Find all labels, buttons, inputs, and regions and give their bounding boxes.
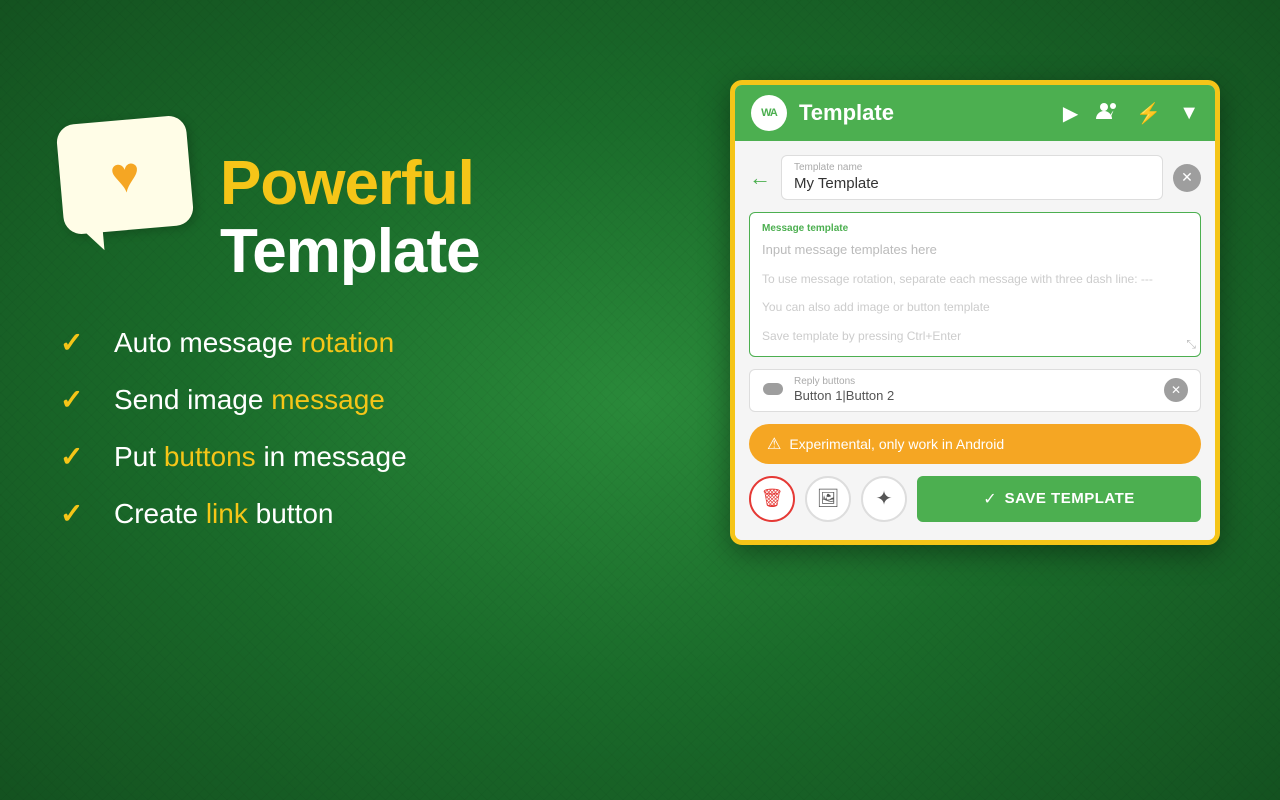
feature-item-link: ✓ Create link button	[60, 497, 640, 530]
save-template-button[interactable]: ✓ SAVE TEMPLATE	[917, 476, 1201, 522]
logo-text: WA	[761, 107, 777, 119]
feature-item-buttons: ✓ Put buttons in message	[60, 440, 640, 473]
message-template-label: Message template	[762, 223, 1188, 234]
feature-text-3: Put buttons in message	[114, 441, 407, 473]
template-name-input[interactable]: Template name My Template	[781, 155, 1163, 200]
reply-buttons-label: Reply buttons	[794, 376, 1154, 387]
title-block: Powerful Template	[220, 150, 480, 286]
message-template-box[interactable]: Message template Input message templates…	[749, 212, 1201, 357]
feature-text-4: Create link button	[114, 498, 333, 530]
flash-icon[interactable]: ⚡	[1136, 101, 1161, 126]
feature-text-1: Auto message rotation	[114, 327, 394, 359]
template-name-row: ← Template name My Template ✕	[749, 155, 1201, 200]
app-body: ← Template name My Template ✕ Message te…	[735, 141, 1215, 540]
experimental-text: Experimental, only work in Android	[789, 436, 1004, 452]
hint-text-3: Save template by pressing Ctrl+Enter	[762, 326, 1188, 346]
save-template-label: SAVE TEMPLATE	[1005, 490, 1135, 507]
check-icon-4: ✓	[60, 497, 96, 530]
bottom-actions: 🗑 🖼 ✦ ✓ SAVE TEMPLATE	[749, 476, 1201, 526]
image-button[interactable]: 🖼	[805, 476, 851, 522]
heart-icon: ♥	[108, 145, 143, 205]
check-icon-3: ✓	[60, 440, 96, 473]
reply-buttons-clear-button[interactable]: ✕	[1164, 378, 1188, 402]
delete-button[interactable]: 🗑	[749, 476, 795, 522]
message-template-placeholder: Input message templates here To use mess…	[762, 240, 1188, 346]
template-name-label: Template name	[794, 162, 1150, 173]
emoji-button[interactable]: ✦	[861, 476, 907, 522]
check-icon-1: ✓	[60, 326, 96, 359]
send-icon[interactable]: ▶	[1063, 101, 1078, 126]
features-list: ✓ Auto message rotation ✓ Send image mes…	[60, 326, 640, 530]
reply-buttons-value: Button 1|Button 2	[794, 388, 894, 403]
image-icon: 🖼	[817, 488, 840, 509]
resize-handle: ⤡	[1186, 337, 1196, 352]
title-template-text: Template	[220, 218, 480, 286]
feature-item-image: ✓ Send image message	[60, 383, 640, 416]
reply-buttons-row: Reply buttons Button 1|Button 2 ✕	[749, 369, 1201, 412]
hint-text-1: To use message rotation, separate each m…	[762, 269, 1188, 289]
warning-icon: ⚠	[767, 434, 781, 454]
left-panel: ♥ Powerful Template ✓ Auto message rotat…	[60, 120, 640, 530]
emoji-icon: ✦	[876, 486, 893, 511]
delete-icon: 🗑	[761, 488, 784, 509]
hint-text-2: You can also add image or button templat…	[762, 297, 1188, 317]
title-powerful: Powerful	[220, 150, 480, 218]
gamepad-icon	[762, 379, 784, 402]
app-title: Template	[799, 100, 1051, 126]
dropdown-icon[interactable]: ▼	[1179, 102, 1199, 125]
reply-buttons-content: Reply buttons Button 1|Button 2	[794, 376, 1154, 405]
experimental-banner[interactable]: ⚠ Experimental, only work in Android	[749, 424, 1201, 464]
header-icons: ▶ ⚡ ▼	[1063, 101, 1199, 126]
app-header: WA Template ▶ ⚡ ▼	[735, 85, 1215, 141]
save-check-icon: ✓	[983, 489, 996, 509]
feature-text-2: Send image message	[114, 384, 385, 416]
contacts-icon[interactable]	[1096, 101, 1118, 125]
check-icon-2: ✓	[60, 383, 96, 416]
app-logo: WA	[751, 95, 787, 131]
back-button[interactable]: ←	[749, 165, 771, 191]
chat-bubble: ♥	[55, 115, 194, 236]
template-name-clear-button[interactable]: ✕	[1173, 164, 1201, 192]
feature-item-rotation: ✓ Auto message rotation	[60, 326, 640, 359]
template-name-value: My Template	[794, 175, 879, 192]
phone-mockup: WA Template ▶ ⚡ ▼ ←	[730, 80, 1220, 545]
